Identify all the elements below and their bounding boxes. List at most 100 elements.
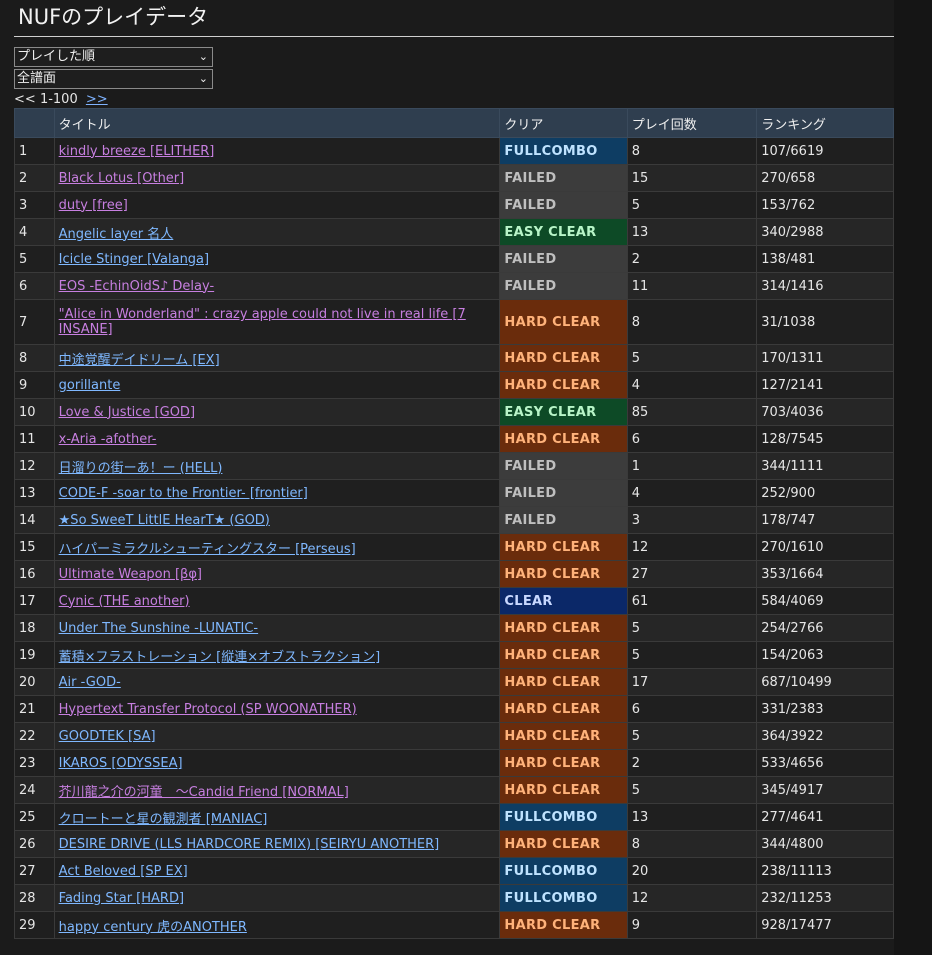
sort-order-select[interactable]: プレイした順 ⌄ (14, 47, 213, 67)
pager-next-link[interactable]: >> (86, 92, 108, 107)
chevron-down-icon: ⌄ (198, 72, 208, 85)
song-title-link[interactable]: Love & Justice [GOD] (59, 405, 195, 420)
play-count: 6 (626, 425, 758, 453)
play-count: 8 (626, 137, 758, 165)
song-title-cell: x-Aria -afother- (53, 425, 501, 453)
chart-filter-value: 全譜面 (17, 71, 57, 86)
table-row: 15 ハイパーミラクルシューティングスター [Perseus] HARD CLEAR… (14, 533, 894, 561)
table-row: 1 kindly breeze [ELITHER] FULLCOMBO 8 107/66… (14, 137, 894, 165)
song-title-link[interactable]: GOODTEK [SA] (59, 729, 156, 744)
song-title-link[interactable]: EOS -EchinOidS♪ Delay- (59, 279, 215, 294)
ranking: 270/658 (756, 164, 894, 192)
song-title-link[interactable]: "Alice in Wonderland" : crazy apple coul… (59, 307, 466, 337)
song-title-cell: gorillante (53, 371, 501, 399)
song-title-cell: IKAROS [ODYSSEA] (53, 749, 501, 777)
play-count: 11 (626, 272, 758, 300)
play-count: 8 (626, 299, 758, 345)
song-title-link[interactable]: 芥川龍之介の河童 ～Candid Friend [NORMAL] (59, 785, 349, 800)
song-title-link[interactable]: 日溜りの街ーあ！ー (HELL) (59, 461, 223, 476)
song-title-cell: Angelic layer 名人 (53, 218, 501, 246)
table-row: 21 Hypertext Transfer Protocol (SP WOONAT… (14, 695, 894, 723)
song-title-cell: duty [free] (53, 191, 501, 219)
song-title-link[interactable]: Cynic (THE another) (59, 594, 190, 609)
song-title-cell: Black Lotus [Other] (53, 164, 501, 192)
chart-filter-select[interactable]: 全譜面 ⌄ (14, 69, 213, 89)
play-count: 13 (626, 803, 758, 831)
clear-status-badge: EASY CLEAR (499, 398, 628, 426)
song-title-link[interactable]: x-Aria -afother- (59, 432, 157, 447)
header-plays: プレイ回数 (626, 108, 758, 138)
ranking: 364/3922 (756, 722, 894, 750)
song-title-cell: CODE-F -soar to the Frontier- [frontier] (53, 479, 501, 507)
table-row: 3 duty [free] FAILED 5 153/762 (14, 191, 894, 219)
play-count: 13 (626, 218, 758, 246)
play-count: 9 (626, 911, 758, 939)
play-count: 12 (626, 884, 758, 912)
ranking: 340/2988 (756, 218, 894, 246)
song-title-link[interactable]: Act Beloved [SP EX] (59, 864, 188, 879)
ranking: 170/1311 (756, 344, 894, 372)
song-title-link[interactable]: Hypertext Transfer Protocol (SP WOONATHE… (59, 702, 357, 717)
row-number: 1 (14, 137, 55, 165)
table-row: 27 Act Beloved [SP EX] FULLCOMBO 20 238/1111… (14, 857, 894, 885)
song-title-link[interactable]: Under The Sunshine -LUNATIC- (59, 621, 258, 636)
table-row: 13 CODE-F -soar to the Frontier- [frontie… (14, 479, 894, 507)
table-row: 12 日溜りの街ーあ！ー (HELL) FAILED 1 344/1111 (14, 452, 894, 480)
ranking: 238/11113 (756, 857, 894, 885)
song-title-link[interactable]: Ultimate Weapon [βφ] (59, 567, 202, 582)
song-title-cell: happy century 虎のANOTHER (53, 911, 501, 939)
clear-status-badge: HARD CLEAR (499, 776, 628, 804)
play-count: 3 (626, 506, 758, 534)
clear-status-badge: FAILED (499, 245, 628, 273)
play-count: 15 (626, 164, 758, 192)
play-count: 5 (626, 614, 758, 642)
clear-status-badge: HARD CLEAR (499, 614, 628, 642)
table-row: 28 Fading Star [HARD] FULLCOMBO 12 232/11253 (14, 884, 894, 912)
song-title-link[interactable]: Black Lotus [Other] (59, 171, 185, 186)
song-title-link[interactable]: クロートーと星の観測者 [MANIAC] (59, 812, 268, 827)
song-title-link[interactable]: gorillante (59, 378, 121, 393)
clear-status-badge: HARD CLEAR (499, 668, 628, 696)
ranking: 154/2063 (756, 641, 894, 669)
table-body: 1 kindly breeze [ELITHER] FULLCOMBO 8 107/66… (14, 137, 894, 939)
song-title-link[interactable]: duty [free] (59, 198, 128, 213)
clear-status-badge: FAILED (499, 479, 628, 507)
table-row: 10 Love & Justice [GOD] EASY CLEAR 85 703/40… (14, 398, 894, 426)
song-title-link[interactable]: DESIRE DRIVE (LLS HARDCORE REMIX) [SEIRY… (59, 837, 440, 852)
ranking: 128/7545 (756, 425, 894, 453)
ranking: 703/4036 (756, 398, 894, 426)
table-row: 5 Icicle Stinger [Valanga] FAILED 2 138/481 (14, 245, 894, 273)
song-title-link[interactable]: Fading Star [HARD] (59, 891, 184, 906)
table-row: 29 happy century 虎のANOTHER HARD CLEAR 9 928/… (14, 911, 894, 939)
row-number: 25 (14, 803, 55, 831)
song-title-link[interactable]: CODE-F -soar to the Frontier- [frontier] (59, 486, 308, 501)
song-title-cell: Act Beloved [SP EX] (53, 857, 501, 885)
song-title-cell: DESIRE DRIVE (LLS HARDCORE REMIX) [SEIRY… (53, 830, 501, 858)
song-title-cell: 中途覚醒デイドリーム [EX] (53, 344, 501, 372)
song-title-link[interactable]: 中途覚醒デイドリーム [EX] (59, 353, 220, 368)
song-title-cell: "Alice in Wonderland" : crazy apple coul… (53, 299, 501, 345)
table-row: 24 芥川龍之介の河童 ～Candid Friend [NORMAL] HARD C… (14, 776, 894, 804)
play-count: 2 (626, 245, 758, 273)
table-header-row: タイトル クリア プレイ回数 ランキング (14, 108, 894, 138)
clear-status-badge: HARD CLEAR (499, 560, 628, 588)
play-data-table: タイトル クリア プレイ回数 ランキング 1 kindly breeze [ELI… (14, 108, 894, 939)
ranking: 584/4069 (756, 587, 894, 615)
song-title-link[interactable]: Air -GOD- (59, 675, 121, 690)
song-title-link[interactable]: kindly breeze [ELITHER] (59, 144, 215, 159)
play-count: 5 (626, 191, 758, 219)
song-title-link[interactable]: 蓄積×フラストレーション [縦連×オブストラクション] (59, 650, 381, 665)
song-title-link[interactable]: Angelic layer 名人 (59, 227, 174, 242)
row-number: 23 (14, 749, 55, 777)
song-title-link[interactable]: ハイパーミラクルシューティングスター [Perseus] (59, 542, 356, 557)
table-row: 16 Ultimate Weapon [βφ] HARD CLEAR 27 353/16… (14, 560, 894, 588)
song-title-link[interactable]: ★So SweeT LittlE HearT★ (GOD) (59, 513, 270, 528)
song-title-link[interactable]: Icicle Stinger [Valanga] (59, 252, 209, 267)
song-title-link[interactable]: happy century 虎のANOTHER (59, 920, 247, 935)
row-number: 13 (14, 479, 55, 507)
row-number: 12 (14, 452, 55, 480)
row-number: 29 (14, 911, 55, 939)
row-number: 10 (14, 398, 55, 426)
song-title-link[interactable]: IKAROS [ODYSSEA] (59, 756, 183, 771)
play-count: 61 (626, 587, 758, 615)
